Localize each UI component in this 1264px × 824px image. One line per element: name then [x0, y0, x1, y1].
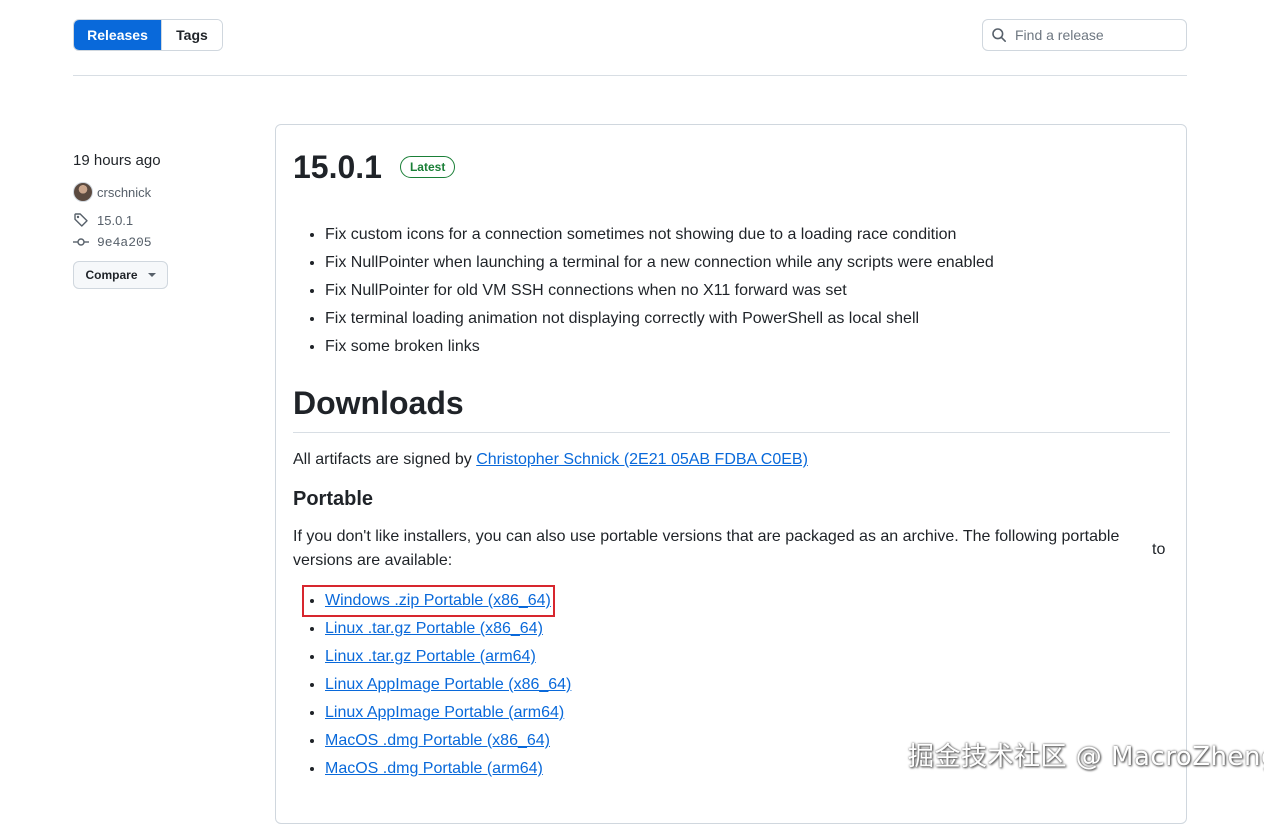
commit-sha[interactable]: 9e4a205: [97, 235, 152, 250]
compare-button[interactable]: Compare: [73, 261, 168, 289]
list-item: Linux .tar.gz Portable (arm64): [325, 643, 571, 671]
latest-badge: Latest: [399, 156, 456, 178]
signed-prefix: All artifacts are signed by: [293, 451, 477, 468]
list-item: Fix NullPointer for old VM SSH connectio…: [325, 277, 994, 305]
download-link-linux-appimage-arm64[interactable]: Linux AppImage Portable (arm64): [325, 704, 564, 721]
download-link-linux-appimage-x86-64[interactable]: Linux AppImage Portable (x86_64): [325, 676, 571, 693]
watermark: 掘金技术社区 @ MacroZheng: [908, 742, 1264, 772]
list-item: Linux AppImage Portable (x86_64): [325, 671, 571, 699]
release-tag[interactable]: 15.0.1: [73, 211, 253, 229]
chevron-down-icon: [147, 273, 156, 277]
portable-heading: Portable: [293, 488, 374, 510]
heading-divider: [293, 432, 1170, 433]
download-link-linux-targz-arm64[interactable]: Linux .tar.gz Portable (arm64): [325, 648, 536, 665]
downloads-heading: Downloads: [293, 385, 464, 421]
list-item: Linux .tar.gz Portable (x86_64): [325, 615, 571, 643]
release-version-title[interactable]: 15.0.1: [293, 147, 382, 187]
commit-icon: [73, 234, 89, 250]
search-icon: [991, 27, 1007, 43]
list-item: Linux AppImage Portable (arm64): [325, 699, 571, 727]
portable-description: If you don't like installers, you can al…: [293, 528, 1120, 569]
header-divider: [73, 75, 1187, 76]
release-author[interactable]: crschnick: [73, 181, 253, 203]
list-item: Fix custom icons for a connection someti…: [325, 221, 994, 249]
release-time: 19 hours ago: [73, 152, 161, 169]
release-meta: 19 hours ago crschnick 15.0.1 9e4a205 Co…: [73, 150, 253, 289]
search-input[interactable]: [1015, 27, 1175, 43]
tags-tab[interactable]: Tags: [161, 20, 222, 50]
download-link-windows-zip-x86-64[interactable]: Windows .zip Portable (x86_64): [325, 592, 551, 609]
releases-tags-switcher: Releases Tags: [73, 19, 223, 51]
list-item: MacOS .dmg Portable (arm64): [325, 755, 571, 783]
signer-link[interactable]: Christopher Schnick (2E21 05AB FDBA C0EB…: [476, 451, 808, 468]
tag-name[interactable]: 15.0.1: [97, 213, 133, 228]
list-item: Fix NullPointer when launching a termina…: [325, 249, 994, 277]
download-link-macos-dmg-arm64[interactable]: MacOS .dmg Portable (arm64): [325, 760, 543, 777]
tag-icon: [73, 212, 89, 228]
release-card: 15.0.1 Latest Fix custom icons for a con…: [275, 124, 1187, 824]
avatar[interactable]: [73, 182, 93, 202]
find-release-search[interactable]: [982, 19, 1187, 51]
release-commit[interactable]: 9e4a205: [73, 233, 253, 251]
list-item: Fix terminal loading animation not displ…: [325, 305, 994, 333]
list-item: Fix some broken links: [325, 333, 994, 361]
compare-label: Compare: [85, 268, 138, 282]
release-header: 15.0.1 Latest: [293, 147, 456, 187]
download-link-linux-targz-x86-64[interactable]: Linux .tar.gz Portable (x86_64): [325, 620, 543, 637]
list-item: MacOS .dmg Portable (x86_64): [325, 727, 571, 755]
release-notes-list: Fix custom icons for a connection someti…: [293, 221, 994, 361]
signed-statement: All artifacts are signed by Christopher …: [293, 448, 808, 472]
list-item: Windows .zip Portable (x86_64): [325, 587, 571, 615]
stray-text: to: [1152, 541, 1166, 558]
download-link-macos-dmg-x86-64[interactable]: MacOS .dmg Portable (x86_64): [325, 732, 550, 749]
portable-downloads-list: Windows .zip Portable (x86_64) Linux .ta…: [293, 587, 571, 783]
releases-tab[interactable]: Releases: [74, 20, 161, 50]
author-name[interactable]: crschnick: [97, 185, 151, 200]
